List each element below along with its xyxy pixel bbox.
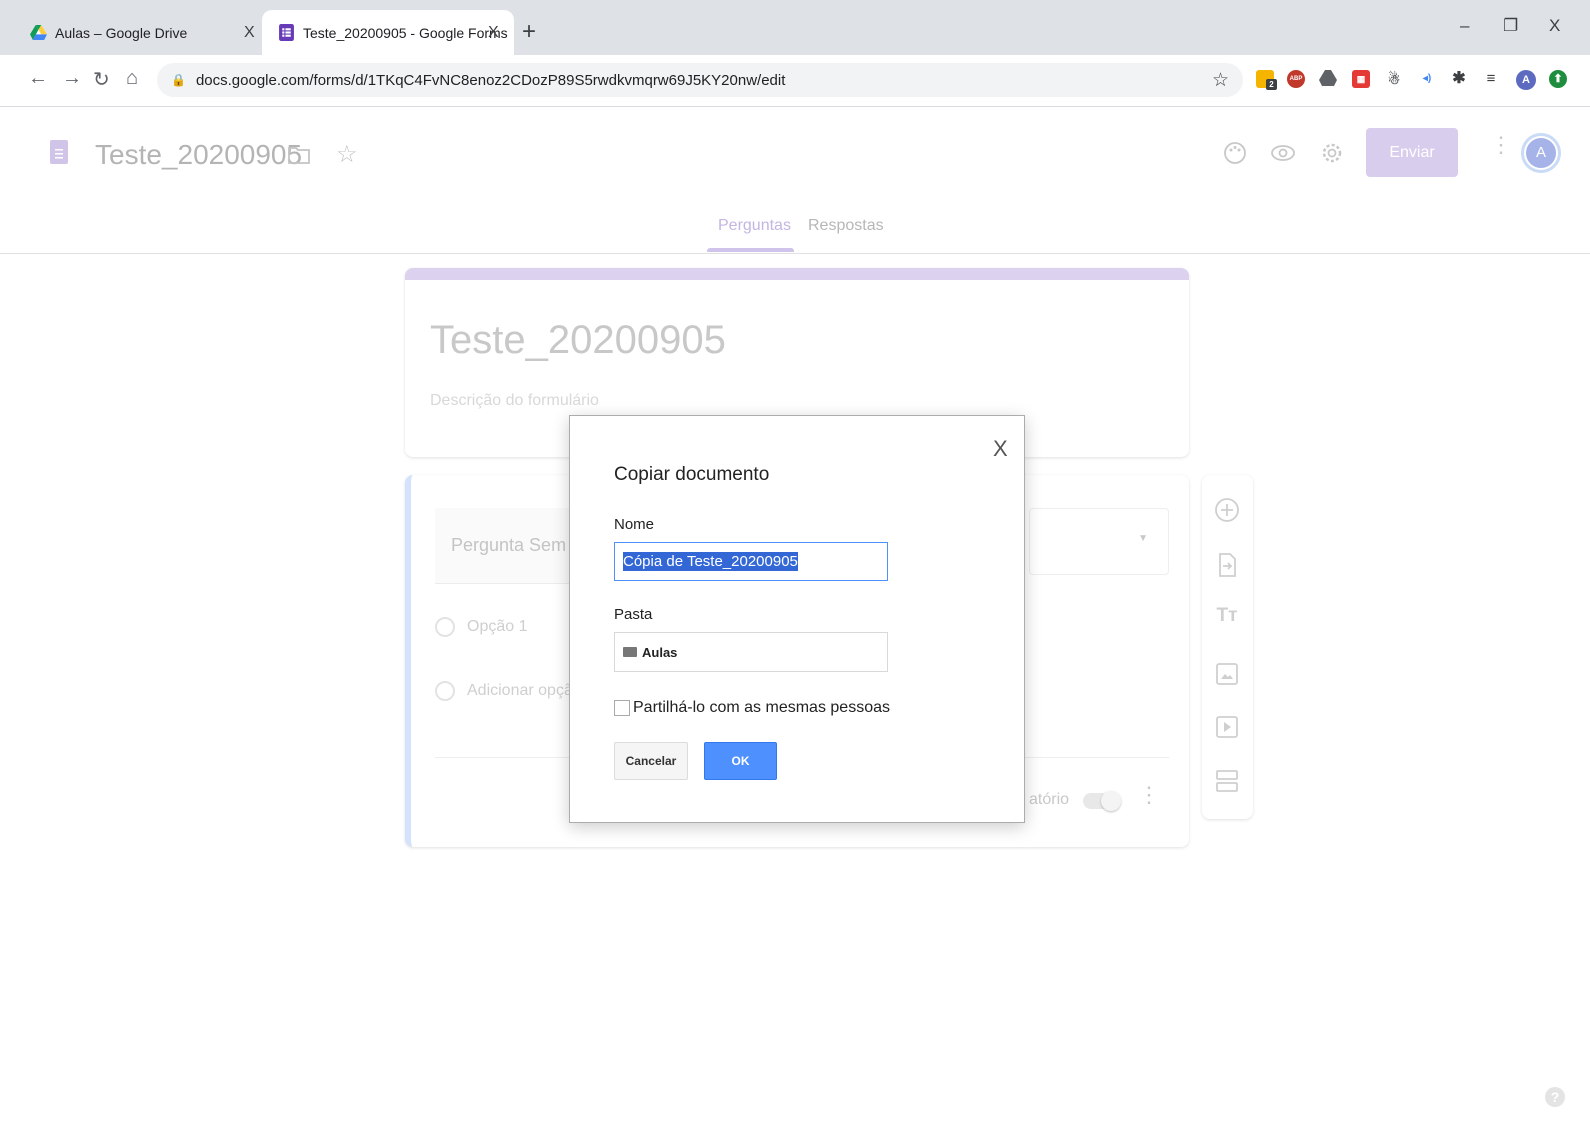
dropdown-arrow-icon: ▼ — [1138, 533, 1148, 544]
back-icon[interactable]: ← — [28, 67, 48, 90]
close-tab-icon[interactable]: X — [488, 24, 499, 42]
new-tab-button[interactable]: + — [522, 18, 536, 46]
required-toggle[interactable] — [1083, 791, 1121, 811]
extension-mascot-icon[interactable]: ☃ — [1385, 70, 1403, 88]
home-icon[interactable]: ⌂ — [126, 67, 138, 90]
lock-icon: 🔒 — [171, 73, 186, 87]
account-avatar[interactable]: A — [1521, 130, 1561, 176]
extension-keep-icon[interactable]: 2 — [1256, 70, 1277, 90]
tab-google-drive[interactable]: Aulas – Google Drive X — [30, 10, 272, 55]
copy-document-dialog: X Copiar documento Nome Cópia de Teste_2… — [569, 415, 1025, 823]
palette-icon[interactable] — [1223, 141, 1247, 165]
folder-icon — [623, 647, 637, 657]
help-icon[interactable]: ? — [1545, 1087, 1565, 1107]
minimize-icon[interactable]: – — [1460, 16, 1469, 36]
add-option-row[interactable]: Adicionar opção — [435, 681, 582, 701]
question-type-dropdown[interactable]: ▼ — [1029, 508, 1169, 575]
browser-tab-bar: Aulas – Google Drive X Teste_20200905 - … — [0, 0, 1590, 55]
bookmark-star-icon[interactable]: ☆ — [1212, 69, 1229, 92]
forward-icon[interactable]: → — [62, 67, 82, 90]
forms-doc-icon — [50, 140, 68, 164]
ok-button[interactable]: OK — [704, 742, 777, 780]
google-forms-icon — [279, 24, 294, 41]
close-dialog-icon[interactable]: X — [993, 436, 1008, 462]
close-window-icon[interactable]: X — [1549, 16, 1560, 36]
add-question-icon[interactable] — [1214, 497, 1240, 523]
form-description-field[interactable]: Descrição do formulário — [430, 392, 599, 410]
add-image-icon[interactable] — [1214, 661, 1240, 687]
profile-avatar[interactable]: A — [1516, 70, 1536, 90]
folder-value: Aulas — [642, 644, 678, 660]
adblock-plus-icon[interactable]: ABP — [1287, 70, 1305, 88]
form-name[interactable]: Teste_20200905 — [95, 139, 302, 171]
name-value: Cópia de Teste_20200905 — [623, 552, 798, 571]
reading-list-icon[interactable]: ≡ — [1482, 70, 1500, 88]
browser-toolbar: ← → ↻ ⌂ 🔒 docs.google.com/forms/d/1TKqC4… — [0, 55, 1590, 107]
extension-audio-icon[interactable]: ◂) — [1418, 70, 1436, 88]
share-checkbox[interactable] — [614, 700, 630, 716]
url-bar[interactable]: 🔒 docs.google.com/forms/d/1TKqC4FvNC8eno… — [157, 63, 1243, 97]
folder-picker[interactable]: Aulas — [614, 632, 888, 672]
google-drive-icon — [30, 24, 47, 41]
name-input[interactable]: Cópia de Teste_20200905 — [614, 542, 888, 581]
extension-green-icon[interactable]: ⬆ — [1549, 70, 1567, 88]
dialog-title: Copiar documento — [614, 464, 770, 485]
add-video-icon[interactable] — [1214, 714, 1240, 740]
tab-questions[interactable]: Perguntas — [718, 217, 791, 235]
share-option[interactable]: Partilhá-lo com as mesmas pessoas — [614, 699, 890, 717]
question-more-icon[interactable]: ⋮ — [1138, 784, 1160, 806]
send-button[interactable]: Enviar — [1366, 128, 1458, 177]
star-icon[interactable]: ☆ — [336, 140, 358, 169]
avatar-initial: A — [1526, 138, 1556, 168]
radio-icon — [435, 617, 455, 637]
name-label: Nome — [614, 516, 655, 533]
more-options-icon[interactable]: ⋮ — [1490, 134, 1512, 156]
extensions-puzzle-icon[interactable]: ✱ — [1450, 70, 1468, 88]
tab-google-forms[interactable]: Teste_20200905 - Google Forms X — [262, 10, 514, 55]
close-tab-icon[interactable]: X — [244, 24, 255, 42]
folder-icon[interactable] — [288, 146, 310, 164]
preview-eye-icon[interactable] — [1270, 142, 1296, 164]
import-questions-icon[interactable] — [1214, 552, 1240, 578]
extension-red-icon[interactable]: ▦ — [1352, 70, 1370, 88]
extension-drive-icon[interactable] — [1319, 70, 1337, 88]
add-option-label: Adicionar opção — [467, 682, 582, 699]
tab-responses[interactable]: Respostas — [808, 217, 884, 235]
option-row[interactable]: Opção 1 — [435, 617, 527, 637]
add-section-icon[interactable] — [1214, 768, 1240, 794]
required-label: atório — [1029, 791, 1070, 808]
title-text-icon[interactable]: Tт — [1214, 605, 1240, 631]
active-tab-indicator — [707, 248, 794, 252]
url-text: docs.google.com/forms/d/1TKqC4FvNC8enoz2… — [195, 71, 786, 89]
tab-title: Teste_20200905 - Google Forms — [303, 24, 508, 41]
reload-icon[interactable]: ↻ — [93, 67, 110, 92]
extension-badge: 2 — [1266, 79, 1277, 90]
forms-header: Teste_20200905 ☆ Enviar ⋮ A Perguntas Re… — [0, 107, 1590, 254]
option-label: Opção 1 — [467, 618, 528, 635]
cancel-button[interactable]: Cancelar — [614, 742, 688, 780]
tab-title: Aulas – Google Drive — [55, 24, 188, 41]
form-title-field[interactable]: Teste_20200905 — [430, 318, 726, 363]
settings-gear-icon[interactable] — [1320, 141, 1344, 165]
folder-label: Pasta — [614, 606, 653, 623]
maximize-icon[interactable]: ❐ — [1503, 16, 1518, 36]
radio-icon — [435, 681, 455, 701]
side-toolbar: Tт — [1202, 475, 1253, 819]
share-label: Partilhá-lo com as mesmas pessoas — [633, 699, 890, 716]
